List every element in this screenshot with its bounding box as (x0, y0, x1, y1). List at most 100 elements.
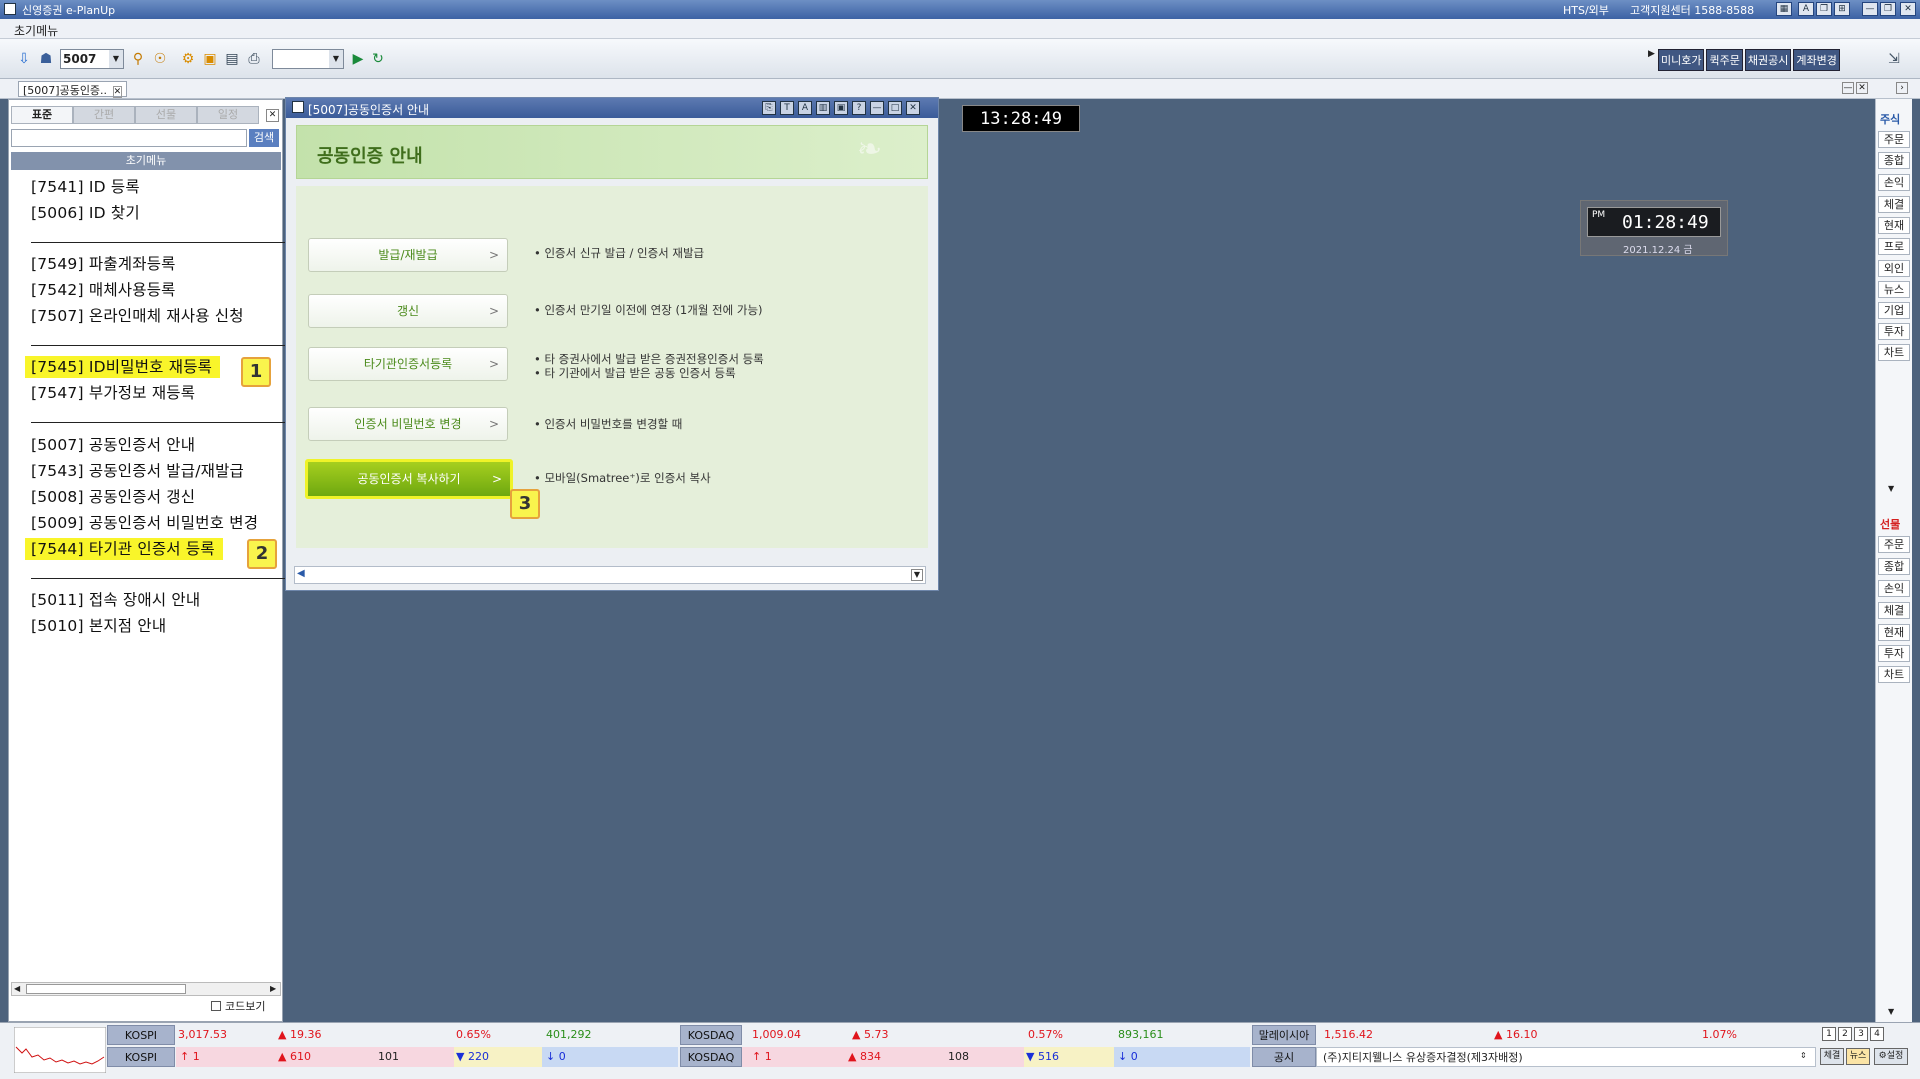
copy-icon[interactable]: ⎘ (762, 101, 776, 115)
other-cert-register-button[interactable]: 타기관인증서등록 > (308, 347, 508, 381)
go-icon[interactable]: ▶ (348, 49, 368, 69)
save-icon[interactable]: ▤ (222, 49, 242, 69)
close-icon[interactable]: ✕ (112, 86, 123, 98)
ticker-page-3[interactable]: 3 (1854, 1027, 1868, 1041)
menu-item[interactable]: [7542] 매체사용등록 (31, 279, 176, 301)
ticker-page-1[interactable]: 1 (1822, 1027, 1836, 1041)
fill-button[interactable]: 체결 (1820, 1048, 1844, 1065)
copy-cert-button[interactable]: 공동인증서 복사하기 > (305, 459, 513, 499)
window-icon[interactable]: ▣ (834, 101, 848, 115)
minimize-icon[interactable]: — (1842, 82, 1854, 94)
notice-text[interactable]: (주)지티지웰니스 유상증자결정(제3자배정) (1316, 1047, 1816, 1067)
menu-item[interactable]: [7543] 공동인증서 발급/재발급 (31, 460, 244, 482)
bond-notice-button[interactable]: 채권공시 (1744, 49, 1792, 71)
futures-chart-button[interactable]: 차트 (1878, 666, 1910, 683)
stock-program-button[interactable]: 프로 (1878, 238, 1910, 255)
futures-overview-button[interactable]: 종합 (1878, 558, 1910, 575)
tab-futures[interactable]: 선물 (135, 106, 197, 124)
menu-item[interactable]: [5008] 공동인증서 갱신 (31, 486, 195, 508)
open-screen-tab[interactable]: [5007]공동인증.. ✕ (18, 81, 128, 98)
screen-number-input[interactable]: 5007 (63, 52, 96, 66)
chevron-down-icon[interactable]: ▼ (1888, 1007, 1894, 1016)
scroll-thumb[interactable] (26, 984, 186, 994)
horizontal-scrollbar[interactable]: ◀ ▶ (11, 982, 281, 996)
menu-item[interactable]: [5011] 접속 장애시 안내 (31, 589, 200, 611)
gear-icon[interactable]: ⚙ (178, 49, 198, 69)
chevron-down-icon[interactable]: ▼ (1888, 484, 1894, 493)
change-password-button[interactable]: 인증서 비밀번호 변경 > (308, 407, 508, 441)
maximize-icon[interactable]: □ (888, 101, 902, 115)
close-icon[interactable]: ✕ (1900, 2, 1916, 16)
stock-investor-button[interactable]: 투자 (1878, 323, 1910, 340)
futures-pnl-button[interactable]: 손익 (1878, 580, 1910, 597)
stock-news-button[interactable]: 뉴스 (1878, 281, 1910, 298)
chevron-down-icon[interactable]: ▼ (329, 50, 343, 68)
futures-order-button[interactable]: 주문 (1878, 536, 1910, 553)
stock-foreign-button[interactable]: 외인 (1878, 260, 1910, 277)
code-view-checkbox[interactable] (211, 1001, 221, 1011)
font-icon[interactable]: A (798, 101, 812, 115)
menu-item[interactable]: [5010] 본지점 안내 (31, 615, 166, 637)
scroll-left-icon[interactable]: ◀ (14, 984, 20, 993)
menu-item[interactable]: [7507] 온라인매체 재사용 신청 (31, 305, 244, 327)
futures-investor-button[interactable]: 투자 (1878, 645, 1910, 662)
lock-icon[interactable]: ▣ (200, 49, 220, 69)
ticker-page-2[interactable]: 2 (1838, 1027, 1852, 1041)
chevron-down-icon[interactable]: ▼ (911, 569, 923, 581)
download-icon[interactable]: ⇩ (14, 49, 34, 69)
close-icon[interactable]: ✕ (266, 109, 279, 122)
font-icon[interactable]: A (1798, 2, 1814, 16)
expand-icon[interactable]: ⇲ (1884, 49, 1904, 69)
menu-item[interactable]: [5009] 공동인증서 비밀번호 변경 (31, 512, 284, 534)
screen-number-combo[interactable]: 5007 ▼ (60, 49, 124, 69)
minimize-icon[interactable]: — (1862, 2, 1878, 16)
person-search-icon[interactable]: ☉ (150, 49, 170, 69)
stock-company-button[interactable]: 기업 (1878, 302, 1910, 319)
tab-standard[interactable]: 표준 (11, 106, 73, 124)
search-icon[interactable]: ⚲ (128, 49, 148, 69)
tile-icon[interactable]: ⊞ (1834, 2, 1850, 16)
stock-order-button[interactable]: 주문 (1878, 131, 1910, 148)
issue-reissue-button[interactable]: 발급/재발급 > (308, 238, 508, 272)
print-icon[interactable]: ⎙ (244, 49, 264, 69)
cascade-icon[interactable]: ❐ (1816, 2, 1832, 16)
news-button[interactable]: 뉴스 (1846, 1048, 1870, 1065)
close-icon[interactable]: ✕ (906, 101, 920, 115)
quick-order-button[interactable]: 퀵주문 (1706, 49, 1743, 71)
account-combo[interactable]: ▼ (272, 49, 344, 69)
futures-fill-button[interactable]: 체결 (1878, 602, 1910, 619)
link-icon[interactable]: ▥ (816, 101, 830, 115)
menu-item-other-cert-register[interactable]: [7544] 타기관 인증서 등록 (25, 538, 223, 560)
mini-hoga-button[interactable]: 미니호가 (1658, 49, 1705, 71)
menu-item-id-password-reregister[interactable]: [7545] ID비밀번호 재등록 (25, 356, 221, 378)
settings-button[interactable]: ⚙설정 (1874, 1048, 1908, 1065)
stock-fill-button[interactable]: 체결 (1878, 196, 1910, 213)
tab-schedule[interactable]: 일정 (197, 106, 259, 124)
menu-initial[interactable]: 초기메뉴 (14, 22, 58, 39)
chevron-down-icon[interactable]: ▼ (109, 50, 123, 68)
menu-item[interactable]: [7547] 부가정보 재등록 (31, 382, 195, 404)
chevron-right-icon[interactable]: › (1896, 82, 1908, 94)
notice-scroll-icon[interactable]: ⇕ (1800, 1051, 1807, 1060)
chevron-right-icon[interactable]: ▶ (1648, 49, 1656, 69)
stock-overview-button[interactable]: 종합 (1878, 152, 1910, 169)
ticker-page-4[interactable]: 4 (1870, 1027, 1884, 1041)
menu-item[interactable]: [5006] ID 찾기 (31, 202, 140, 224)
menu-item[interactable]: [7549] 파출계좌등록 (31, 253, 176, 275)
grid-icon[interactable]: ▦ (1776, 2, 1792, 16)
close-icon[interactable]: ✕ (1856, 82, 1868, 94)
tab-simple[interactable]: 간편 (73, 106, 135, 124)
help-icon[interactable]: ? (852, 101, 866, 115)
stock-chart-button[interactable]: 차트 (1878, 344, 1910, 361)
menu-item[interactable]: [7541] ID 등록 (31, 176, 140, 198)
menu-item[interactable]: [5007] 공동인증서 안내 (31, 434, 195, 456)
scroll-right-icon[interactable]: ▶ (270, 984, 276, 993)
users-icon[interactable]: ☗ (36, 49, 56, 69)
stock-pnl-button[interactable]: 손익 (1878, 174, 1910, 191)
futures-current-button[interactable]: 현재 (1878, 624, 1910, 641)
stock-current-button[interactable]: 현재 (1878, 217, 1910, 234)
restore-icon[interactable]: ❐ (1880, 2, 1896, 16)
renew-button[interactable]: 갱신 > (308, 294, 508, 328)
search-button[interactable]: 검색 (249, 129, 279, 147)
speaker-icon[interactable]: ◀ (297, 568, 305, 579)
